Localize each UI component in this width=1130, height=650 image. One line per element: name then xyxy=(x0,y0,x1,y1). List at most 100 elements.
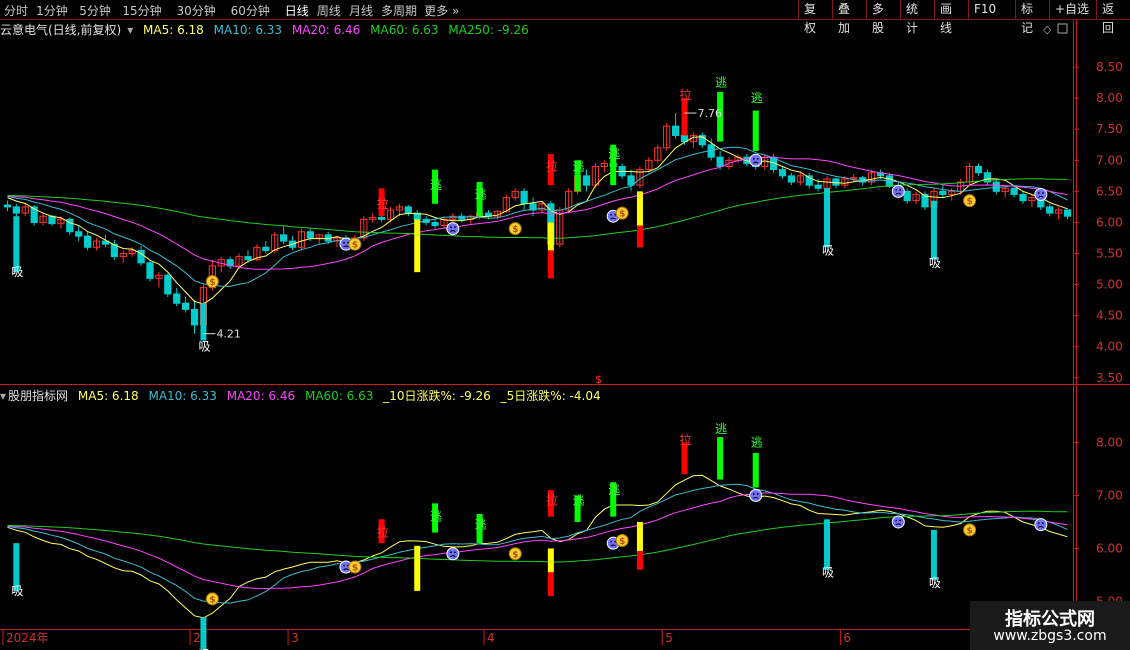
candle-body-24 xyxy=(217,259,225,267)
candle-body-74 xyxy=(663,125,671,149)
toolbar-button-8[interactable]: 返回 xyxy=(1096,0,1130,35)
main-y-tick-label-0: 3.50 xyxy=(1096,371,1123,385)
main-sad-face-mouth-17 xyxy=(752,161,759,164)
main-signal-label-19: 吸 xyxy=(822,243,834,257)
candle-body-4 xyxy=(39,215,47,223)
toolbar-button-7[interactable]: +自选 xyxy=(1049,0,1096,19)
candle-body-106 xyxy=(948,190,956,195)
main-title[interactable]: 云意电气(日线,前复权) xyxy=(0,23,121,37)
toolbar-button-0[interactable]: 复权 xyxy=(798,0,832,35)
candle-body-14 xyxy=(128,249,136,254)
period-tab-8[interactable]: 月线 xyxy=(349,2,373,19)
toolbar-button-3[interactable]: 统计 xyxy=(900,0,934,35)
period-tab-7[interactable]: 周线 xyxy=(317,2,341,19)
sub-signal-label-10: 拉 xyxy=(546,493,558,508)
candle-body-15 xyxy=(137,249,145,264)
candle-body-80 xyxy=(716,156,724,168)
candle-body-98 xyxy=(876,172,885,177)
sub-signal-label-6: 逃 xyxy=(430,510,442,524)
candle-body-6 xyxy=(57,218,65,225)
main-sad-face-eye-r-3 xyxy=(347,241,349,244)
sub-signal-label-8: 逃 xyxy=(475,518,487,532)
toolbar-button-5[interactable]: F10 xyxy=(968,0,1015,19)
main-signal-bar-4 xyxy=(432,169,439,204)
candle-body-115 xyxy=(1028,197,1036,202)
sub-signal-label-19: 吸 xyxy=(822,565,834,579)
candle-body-32 xyxy=(288,240,297,248)
candle-body-82 xyxy=(734,156,742,161)
candle-body-30 xyxy=(271,234,279,251)
main-signal-bar-14 xyxy=(717,91,724,142)
sub-signal-label-18: 逃 xyxy=(751,435,763,449)
main-sad-face-eye-l-7 xyxy=(449,226,452,229)
sub-signal-bar-12 xyxy=(636,551,643,570)
candle-body-109 xyxy=(974,166,983,174)
period-tab-1[interactable]: 1分钟 xyxy=(36,2,68,19)
date-label-4: 5 xyxy=(665,631,673,645)
sub-signal-bar-0 xyxy=(13,543,20,591)
period-tab-9[interactable]: 多周期 xyxy=(381,2,417,19)
main-signal-bar-2 xyxy=(378,188,385,217)
toolbar-button-2[interactable]: 多股 xyxy=(866,0,900,35)
period-tab-5[interactable]: 60分钟 xyxy=(231,2,270,19)
sub-signal-bar-16 xyxy=(824,519,831,570)
price-annotation-0: 4.21 xyxy=(216,328,241,341)
legend-dropdown-icon[interactable]: ▾ xyxy=(127,23,133,37)
sub-sad-face-eye-r-7 xyxy=(453,551,456,554)
main-sad-face-mouth-20 xyxy=(895,192,902,195)
period-tab-6[interactable]: 日线 xyxy=(285,2,309,19)
candle-body-93 xyxy=(832,178,840,186)
period-tab-2[interactable]: 5分钟 xyxy=(79,2,111,19)
main-signal-bar-5 xyxy=(476,182,483,217)
main-money-bag-icon-9 xyxy=(508,222,522,236)
sub-sad-face-icon-20 xyxy=(891,515,905,529)
sub-title[interactable]: 股朋指标网 xyxy=(8,389,68,403)
sub-signal-bar-14 xyxy=(717,437,724,480)
period-tab-3[interactable]: 15分钟 xyxy=(122,2,161,19)
candle-body-75 xyxy=(671,125,680,136)
candle-body-116 xyxy=(1037,197,1045,208)
sub-sad-face-eye-l-17 xyxy=(752,493,755,495)
sub-sad-face-eye-l-23 xyxy=(1037,522,1040,525)
main-sad-face-mouth-23 xyxy=(1037,195,1044,198)
period-tab-4[interactable]: 30分钟 xyxy=(176,2,215,19)
candle-body-66 xyxy=(591,166,600,186)
toolbar-button-4[interactable]: 画线 xyxy=(934,0,968,35)
chart-canvas[interactable]: ◇ 3.50 4.00 4.50 5.00 5.50 6.00 6.50 7.00 7.50 8.0… xyxy=(0,0,1130,650)
candle-body-56 xyxy=(502,197,510,212)
sub-money-bag-symbol-2: $ xyxy=(209,595,215,605)
main-signal-label-11: 逃 xyxy=(573,160,585,174)
candle-body-87 xyxy=(778,169,787,177)
sub-sad-face-eye-r-20 xyxy=(899,519,902,522)
main-sad-face-mouth-7 xyxy=(450,230,456,233)
candle-body-103 xyxy=(921,193,929,208)
candle-body-57 xyxy=(511,190,519,199)
candle-body-2 xyxy=(21,206,29,214)
toolbar-button-1[interactable]: 叠加 xyxy=(832,0,866,35)
period-tab-0[interactable]: 分时 xyxy=(4,2,28,19)
sub-money-bag-icon-9 xyxy=(508,547,522,561)
candle-body-76 xyxy=(680,134,689,143)
candle-body-9 xyxy=(84,235,92,248)
candle-body-45 xyxy=(404,206,412,214)
candle-body-89 xyxy=(796,175,804,183)
ma5-value: MA5: 6.18 xyxy=(143,23,204,37)
main-signal-label-10: 拉 xyxy=(546,159,558,174)
candle-body-60 xyxy=(538,203,546,211)
sub-sad-face-eye-l-3 xyxy=(343,564,345,567)
sub-signal-bar-7 xyxy=(547,548,554,573)
candle-body-101 xyxy=(903,190,911,202)
sub-ma60-value: MA60: 6.63 xyxy=(304,389,374,403)
sub-sad-face-eye-r-12 xyxy=(614,540,617,543)
toolbar-button-6[interactable]: 标记 xyxy=(1015,0,1049,35)
candle-body-99 xyxy=(885,175,893,187)
main-y-tick-label-4: 5.50 xyxy=(1096,247,1123,261)
legend-dropdown-icon[interactable]: ▾ xyxy=(0,389,6,403)
period-tab-10[interactable]: 更多 » xyxy=(424,2,459,19)
sub-sad-face-eye-l-20 xyxy=(895,519,898,522)
main-y-tick-label-1: 4.00 xyxy=(1096,340,1123,354)
main-y-tick-label-8: 7.50 xyxy=(1096,122,1123,136)
candle-body-111 xyxy=(992,181,1000,192)
date-label-5: 6 xyxy=(843,631,851,645)
date-label-1: 2 xyxy=(193,631,201,645)
